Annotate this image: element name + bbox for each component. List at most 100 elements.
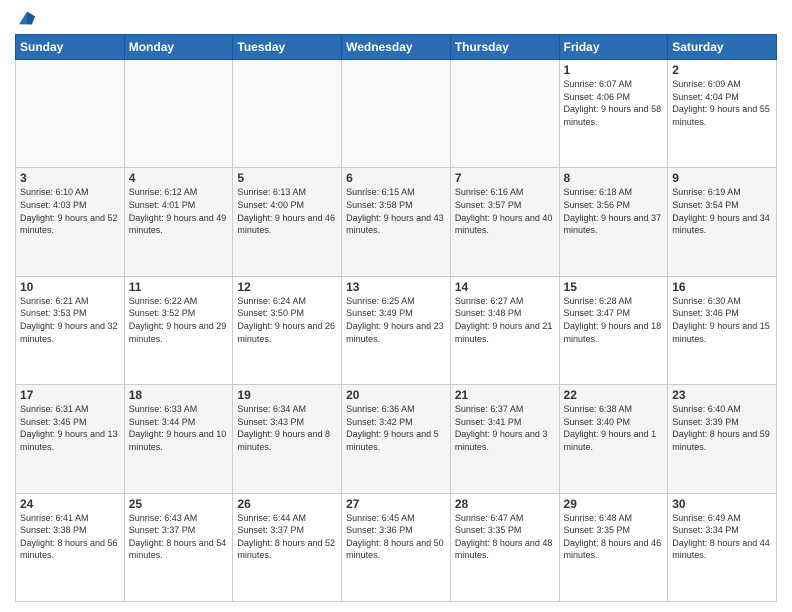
calendar-cell: 24Sunrise: 6:41 AM Sunset: 3:38 PM Dayli… — [16, 493, 125, 601]
day-info: Sunrise: 6:18 AM Sunset: 3:56 PM Dayligh… — [564, 186, 664, 236]
weekday-header-friday: Friday — [559, 35, 668, 60]
day-number: 11 — [129, 280, 229, 294]
day-info: Sunrise: 6:49 AM Sunset: 3:34 PM Dayligh… — [672, 512, 772, 562]
day-info: Sunrise: 6:09 AM Sunset: 4:04 PM Dayligh… — [672, 78, 772, 128]
day-info: Sunrise: 6:28 AM Sunset: 3:47 PM Dayligh… — [564, 295, 664, 345]
calendar-cell — [342, 60, 451, 168]
calendar-cell: 22Sunrise: 6:38 AM Sunset: 3:40 PM Dayli… — [559, 385, 668, 493]
logo-icon — [17, 10, 37, 26]
day-info: Sunrise: 6:27 AM Sunset: 3:48 PM Dayligh… — [455, 295, 555, 345]
day-number: 19 — [237, 388, 337, 402]
calendar-cell: 18Sunrise: 6:33 AM Sunset: 3:44 PM Dayli… — [124, 385, 233, 493]
day-info: Sunrise: 6:47 AM Sunset: 3:35 PM Dayligh… — [455, 512, 555, 562]
calendar-cell: 13Sunrise: 6:25 AM Sunset: 3:49 PM Dayli… — [342, 276, 451, 384]
day-info: Sunrise: 6:36 AM Sunset: 3:42 PM Dayligh… — [346, 403, 446, 453]
day-number: 22 — [564, 388, 664, 402]
calendar-cell: 30Sunrise: 6:49 AM Sunset: 3:34 PM Dayli… — [668, 493, 777, 601]
day-info: Sunrise: 6:41 AM Sunset: 3:38 PM Dayligh… — [20, 512, 120, 562]
weekday-header-sunday: Sunday — [16, 35, 125, 60]
day-number: 13 — [346, 280, 446, 294]
week-row-3: 10Sunrise: 6:21 AM Sunset: 3:53 PM Dayli… — [16, 276, 777, 384]
calendar-cell — [233, 60, 342, 168]
day-info: Sunrise: 6:15 AM Sunset: 3:58 PM Dayligh… — [346, 186, 446, 236]
day-number: 20 — [346, 388, 446, 402]
calendar-cell: 27Sunrise: 6:45 AM Sunset: 3:36 PM Dayli… — [342, 493, 451, 601]
day-info: Sunrise: 6:37 AM Sunset: 3:41 PM Dayligh… — [455, 403, 555, 453]
day-info: Sunrise: 6:40 AM Sunset: 3:39 PM Dayligh… — [672, 403, 772, 453]
calendar-cell: 25Sunrise: 6:43 AM Sunset: 3:37 PM Dayli… — [124, 493, 233, 601]
calendar-cell: 9Sunrise: 6:19 AM Sunset: 3:54 PM Daylig… — [668, 168, 777, 276]
day-info: Sunrise: 6:13 AM Sunset: 4:00 PM Dayligh… — [237, 186, 337, 236]
day-number: 5 — [237, 171, 337, 185]
day-number: 25 — [129, 497, 229, 511]
logo — [15, 10, 37, 26]
calendar-cell: 5Sunrise: 6:13 AM Sunset: 4:00 PM Daylig… — [233, 168, 342, 276]
calendar-cell: 6Sunrise: 6:15 AM Sunset: 3:58 PM Daylig… — [342, 168, 451, 276]
day-info: Sunrise: 6:31 AM Sunset: 3:45 PM Dayligh… — [20, 403, 120, 453]
calendar-cell: 28Sunrise: 6:47 AM Sunset: 3:35 PM Dayli… — [450, 493, 559, 601]
page: SundayMondayTuesdayWednesdayThursdayFrid… — [0, 0, 792, 612]
day-number: 12 — [237, 280, 337, 294]
weekday-header-tuesday: Tuesday — [233, 35, 342, 60]
day-number: 8 — [564, 171, 664, 185]
calendar-cell: 3Sunrise: 6:10 AM Sunset: 4:03 PM Daylig… — [16, 168, 125, 276]
day-info: Sunrise: 6:24 AM Sunset: 3:50 PM Dayligh… — [237, 295, 337, 345]
week-row-1: 1Sunrise: 6:07 AM Sunset: 4:06 PM Daylig… — [16, 60, 777, 168]
day-info: Sunrise: 6:12 AM Sunset: 4:01 PM Dayligh… — [129, 186, 229, 236]
weekday-header-thursday: Thursday — [450, 35, 559, 60]
day-number: 23 — [672, 388, 772, 402]
calendar-cell: 17Sunrise: 6:31 AM Sunset: 3:45 PM Dayli… — [16, 385, 125, 493]
calendar-cell: 14Sunrise: 6:27 AM Sunset: 3:48 PM Dayli… — [450, 276, 559, 384]
day-info: Sunrise: 6:19 AM Sunset: 3:54 PM Dayligh… — [672, 186, 772, 236]
week-row-4: 17Sunrise: 6:31 AM Sunset: 3:45 PM Dayli… — [16, 385, 777, 493]
day-number: 17 — [20, 388, 120, 402]
calendar-cell: 10Sunrise: 6:21 AM Sunset: 3:53 PM Dayli… — [16, 276, 125, 384]
calendar-cell: 11Sunrise: 6:22 AM Sunset: 3:52 PM Dayli… — [124, 276, 233, 384]
calendar-cell: 8Sunrise: 6:18 AM Sunset: 3:56 PM Daylig… — [559, 168, 668, 276]
day-info: Sunrise: 6:48 AM Sunset: 3:35 PM Dayligh… — [564, 512, 664, 562]
day-number: 29 — [564, 497, 664, 511]
week-row-5: 24Sunrise: 6:41 AM Sunset: 3:38 PM Dayli… — [16, 493, 777, 601]
day-number: 10 — [20, 280, 120, 294]
day-number: 26 — [237, 497, 337, 511]
calendar-cell: 1Sunrise: 6:07 AM Sunset: 4:06 PM Daylig… — [559, 60, 668, 168]
weekday-header-wednesday: Wednesday — [342, 35, 451, 60]
calendar-table: SundayMondayTuesdayWednesdayThursdayFrid… — [15, 34, 777, 602]
weekday-header-row: SundayMondayTuesdayWednesdayThursdayFrid… — [16, 35, 777, 60]
calendar-cell: 26Sunrise: 6:44 AM Sunset: 3:37 PM Dayli… — [233, 493, 342, 601]
day-number: 24 — [20, 497, 120, 511]
day-info: Sunrise: 6:07 AM Sunset: 4:06 PM Dayligh… — [564, 78, 664, 128]
calendar-cell: 2Sunrise: 6:09 AM Sunset: 4:04 PM Daylig… — [668, 60, 777, 168]
day-info: Sunrise: 6:44 AM Sunset: 3:37 PM Dayligh… — [237, 512, 337, 562]
day-number: 1 — [564, 63, 664, 77]
calendar-cell: 4Sunrise: 6:12 AM Sunset: 4:01 PM Daylig… — [124, 168, 233, 276]
calendar-cell — [450, 60, 559, 168]
calendar-cell: 23Sunrise: 6:40 AM Sunset: 3:39 PM Dayli… — [668, 385, 777, 493]
day-number: 21 — [455, 388, 555, 402]
calendar-cell — [16, 60, 125, 168]
day-info: Sunrise: 6:21 AM Sunset: 3:53 PM Dayligh… — [20, 295, 120, 345]
week-row-2: 3Sunrise: 6:10 AM Sunset: 4:03 PM Daylig… — [16, 168, 777, 276]
calendar-cell: 19Sunrise: 6:34 AM Sunset: 3:43 PM Dayli… — [233, 385, 342, 493]
day-info: Sunrise: 6:25 AM Sunset: 3:49 PM Dayligh… — [346, 295, 446, 345]
calendar-cell: 15Sunrise: 6:28 AM Sunset: 3:47 PM Dayli… — [559, 276, 668, 384]
day-number: 18 — [129, 388, 229, 402]
day-info: Sunrise: 6:16 AM Sunset: 3:57 PM Dayligh… — [455, 186, 555, 236]
calendar-cell: 7Sunrise: 6:16 AM Sunset: 3:57 PM Daylig… — [450, 168, 559, 276]
calendar-cell: 12Sunrise: 6:24 AM Sunset: 3:50 PM Dayli… — [233, 276, 342, 384]
day-number: 27 — [346, 497, 446, 511]
day-number: 2 — [672, 63, 772, 77]
day-info: Sunrise: 6:34 AM Sunset: 3:43 PM Dayligh… — [237, 403, 337, 453]
day-number: 3 — [20, 171, 120, 185]
day-number: 9 — [672, 171, 772, 185]
calendar-cell: 16Sunrise: 6:30 AM Sunset: 3:46 PM Dayli… — [668, 276, 777, 384]
day-number: 15 — [564, 280, 664, 294]
day-number: 28 — [455, 497, 555, 511]
day-number: 30 — [672, 497, 772, 511]
day-number: 7 — [455, 171, 555, 185]
weekday-header-saturday: Saturday — [668, 35, 777, 60]
day-info: Sunrise: 6:38 AM Sunset: 3:40 PM Dayligh… — [564, 403, 664, 453]
day-info: Sunrise: 6:10 AM Sunset: 4:03 PM Dayligh… — [20, 186, 120, 236]
day-number: 14 — [455, 280, 555, 294]
calendar-cell: 20Sunrise: 6:36 AM Sunset: 3:42 PM Dayli… — [342, 385, 451, 493]
